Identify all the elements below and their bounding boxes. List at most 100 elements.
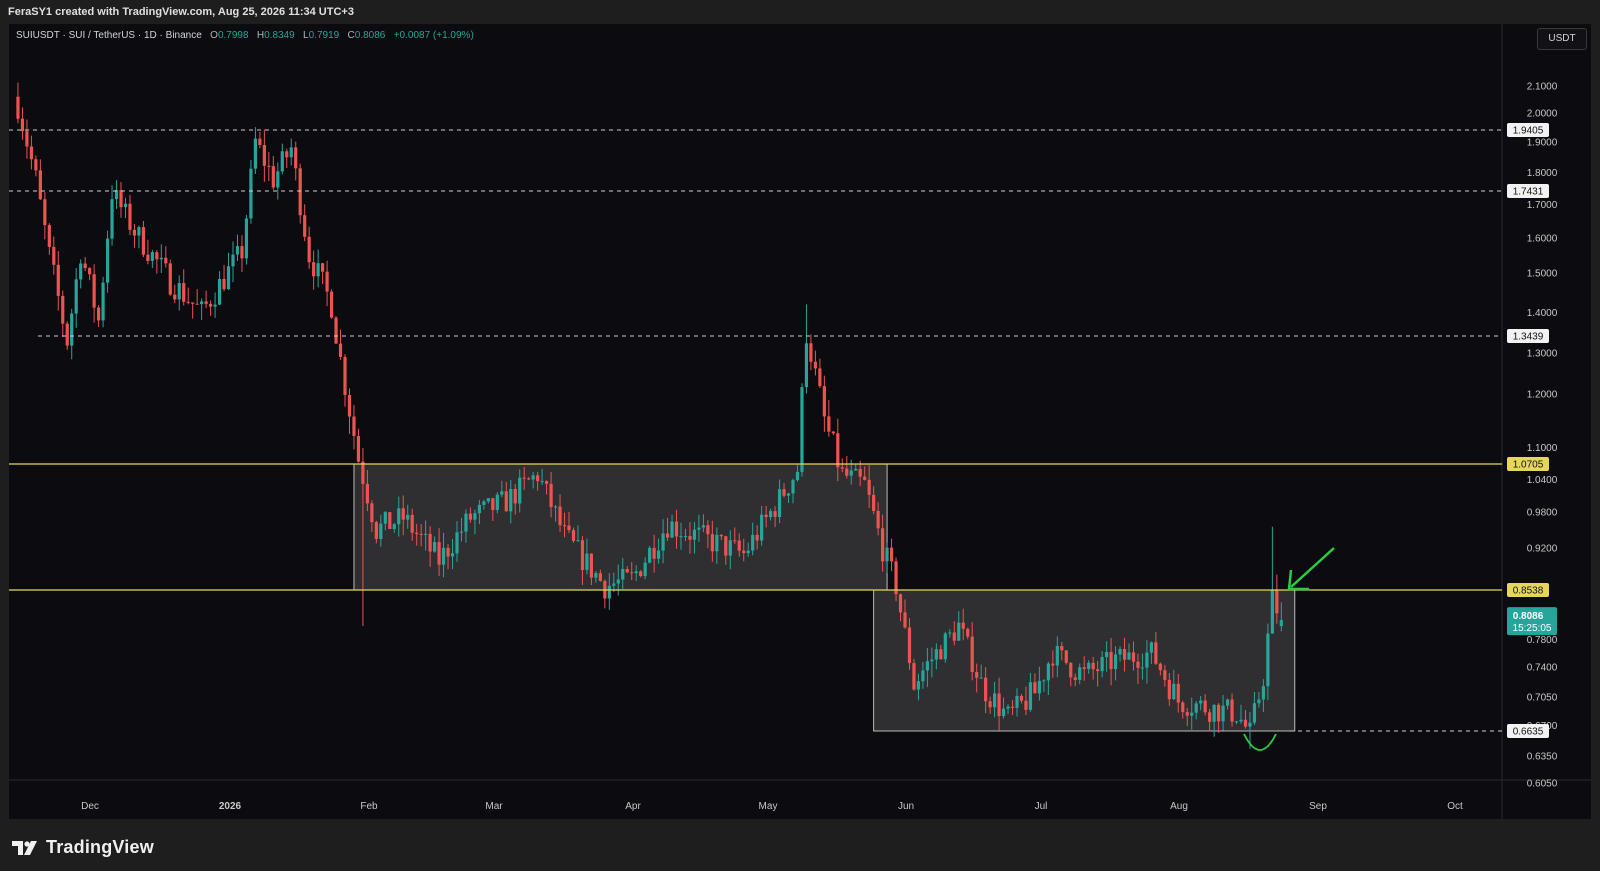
candle-body (1113, 654, 1118, 670)
candle-body (903, 612, 907, 628)
candle-body (540, 481, 544, 483)
candle-body (571, 530, 576, 541)
candle-body (719, 534, 723, 537)
candle-body (110, 199, 114, 239)
candle-body (168, 263, 172, 295)
candle-body (70, 313, 74, 346)
tradingview-brand[interactable]: TradingView (10, 837, 154, 858)
candle-body (1001, 708, 1006, 717)
candle-body (276, 171, 280, 188)
candle-body (1037, 680, 1041, 694)
candle-body (1185, 712, 1189, 716)
candle (338, 329, 343, 360)
candle (119, 182, 123, 218)
candle-body (733, 540, 737, 542)
candle-body (845, 468, 849, 476)
candle-body (634, 571, 638, 574)
candle (325, 260, 329, 307)
candle-body (298, 168, 302, 216)
candle-body (970, 636, 974, 673)
candle-body (200, 301, 204, 305)
x-tick-label: May (759, 801, 778, 812)
candle-body (1131, 652, 1136, 662)
price-badge-1.0705: 1.0705 (1513, 460, 1544, 471)
candle (249, 159, 253, 224)
y-tick-label: 0.7400 (1527, 663, 1558, 674)
candle-body (679, 536, 683, 538)
candle-body (262, 145, 266, 166)
candle (222, 264, 226, 292)
candle (191, 302, 195, 319)
candle (329, 289, 334, 319)
close-label: C (347, 30, 355, 41)
candle-body (921, 670, 925, 682)
candle (321, 262, 325, 284)
candle-body (751, 534, 755, 551)
candle-body (388, 512, 392, 529)
y-tick-label: 0.7800 (1527, 635, 1558, 646)
candle-body (150, 252, 154, 261)
candle-body (701, 525, 705, 528)
candle-body (397, 508, 401, 525)
candle-body (419, 533, 423, 535)
candle-body (1010, 706, 1015, 708)
candle (52, 236, 56, 275)
candle-body (997, 693, 1001, 717)
candle-body (155, 252, 159, 260)
candle (168, 259, 172, 296)
candle-body (786, 493, 791, 496)
candle-body (325, 271, 329, 292)
range-box-1 (353, 463, 888, 591)
tradingview-logo-icon (12, 840, 37, 855)
candle-body (1118, 649, 1122, 655)
candle-body (119, 190, 123, 208)
candle (258, 131, 262, 149)
candle-body (795, 471, 800, 481)
candle-body (513, 488, 517, 504)
y-tick-label: 1.5000 (1527, 269, 1558, 280)
candlestick-chart[interactable]: 2.1000 2.0000 1.9000 1.8000 1.7000 1.6000 1.50… (0, 0, 1600, 871)
candle-body (1015, 695, 1019, 708)
candle-body (1172, 683, 1176, 700)
candle-body (831, 431, 835, 434)
candle (83, 257, 87, 272)
candle-body (854, 468, 858, 471)
candle (298, 163, 302, 224)
close-value: 0.8086 (354, 30, 386, 41)
candle-body (191, 302, 195, 304)
candle (92, 264, 96, 323)
candle-body (849, 470, 853, 476)
candle-body (589, 553, 593, 578)
candle-body (742, 550, 746, 554)
candle (262, 129, 266, 182)
candle-body (329, 291, 334, 318)
candle-body (401, 508, 405, 520)
candle (105, 230, 110, 293)
candle-body (459, 531, 464, 533)
candle-body (1176, 683, 1180, 703)
candle-body (249, 168, 253, 219)
candle (1270, 526, 1274, 634)
x-tick-label: Apr (625, 801, 641, 812)
price-badge-0.8538: 0.8538 (1513, 586, 1544, 597)
candle (352, 405, 356, 450)
candle-body (321, 263, 325, 272)
candle-body (433, 542, 437, 552)
candle-body (16, 96, 20, 119)
x-tick-label: Dec (81, 801, 99, 812)
annotation-low-curve (1243, 733, 1277, 751)
candle (200, 298, 204, 320)
candle-body (925, 661, 929, 671)
candle-body (173, 294, 177, 300)
currency-button[interactable]: USDT (1537, 28, 1587, 50)
candle (289, 138, 293, 166)
candle-body (607, 585, 611, 599)
candle-body (1217, 704, 1221, 722)
candle-body (204, 301, 208, 304)
candle-body (424, 533, 428, 535)
candle-body (746, 550, 750, 554)
candle-body (415, 532, 419, 534)
candle-body (585, 553, 589, 570)
candle (209, 300, 213, 316)
candle-body (65, 323, 69, 346)
